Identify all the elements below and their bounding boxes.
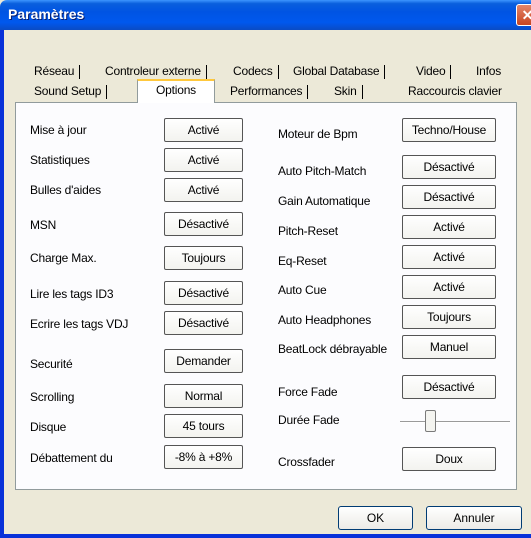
bulles-aides-button[interactable]: Activé (164, 178, 243, 202)
option-label: Durée Fade (278, 413, 340, 427)
crossfader-button[interactable]: Doux (402, 447, 496, 471)
slider-thumb[interactable] (424, 410, 436, 432)
option-label: Scrolling (30, 390, 75, 404)
option-label: Eq-Reset (278, 254, 327, 268)
auto-headphones-button[interactable]: Toujours (402, 305, 496, 329)
close-icon: ✕ (521, 6, 531, 23)
tab-skin[interactable]: Skin (328, 82, 363, 102)
option-label: Force Fade (278, 385, 338, 399)
window-frame-bottom (0, 534, 531, 538)
moteur-bpm-button[interactable]: Techno/House (402, 118, 496, 142)
tab-sound-setup[interactable]: Sound Setup (28, 82, 108, 102)
charge-max-button[interactable]: Toujours (164, 246, 243, 270)
tab-global-database[interactable]: Global Database (287, 62, 386, 82)
force-fade-button[interactable]: Désactivé (402, 375, 496, 399)
close-button[interactable]: ✕ (516, 4, 531, 26)
option-label: Disque (30, 420, 67, 434)
option-label: Moteur de Bpm (278, 127, 358, 141)
option-label: Crossfader (278, 455, 335, 469)
eq-reset-button[interactable]: Activé (402, 245, 496, 269)
pitch-reset-button[interactable]: Activé (402, 215, 496, 239)
tab-video[interactable]: Video (410, 62, 452, 82)
option-label: Bulles d'aides (30, 183, 101, 197)
option-label: Statistiques (30, 153, 90, 167)
option-label: Auto Pitch-Match (278, 164, 367, 178)
option-label: Ecrire les tags VDJ (30, 317, 129, 331)
option-label: Auto Cue (278, 283, 327, 297)
ecrire-tags-vdj-button[interactable]: Désactivé (164, 311, 243, 335)
option-label: Débattement du (30, 451, 113, 465)
tab-infos[interactable]: Infos (470, 62, 507, 82)
tab-performances[interactable]: Performances (224, 82, 309, 102)
lire-tags-id3-button[interactable]: Désactivé (164, 281, 243, 305)
mise-a-jour-button[interactable]: Activé (164, 118, 243, 142)
disque-button[interactable]: 45 tours (164, 414, 243, 438)
option-label: MSN (30, 218, 57, 232)
statistiques-button[interactable]: Activé (164, 148, 243, 172)
scrolling-button[interactable]: Normal (164, 384, 243, 408)
securite-button[interactable]: Demander (164, 349, 243, 373)
option-label: Lire les tags ID3 (30, 287, 114, 301)
option-label: Pitch-Reset (278, 224, 338, 238)
tab-codecs[interactable]: Codecs (227, 62, 279, 82)
gain-automatique-button[interactable]: Désactivé (402, 185, 496, 209)
beatlock-button[interactable]: Manuel (402, 335, 496, 359)
option-label: Gain Automatique (278, 194, 371, 208)
fade-duration-slider[interactable] (400, 421, 510, 423)
window-title: Paramètres (8, 6, 85, 22)
window-frame-left (0, 30, 4, 538)
tab-options[interactable]: Options (137, 79, 215, 103)
option-label: BeatLock débrayable (278, 342, 387, 356)
option-label: Mise à jour (30, 123, 87, 137)
tab-reseau[interactable]: Réseau (28, 62, 81, 82)
tab-raccourcis-clavier[interactable]: Raccourcis clavier (402, 82, 508, 102)
auto-cue-button[interactable]: Activé (402, 275, 496, 299)
option-label: Securité (30, 357, 73, 371)
auto-pitch-match-button[interactable]: Désactivé (402, 155, 496, 179)
title-bar: Paramètres ✕ (0, 0, 531, 30)
msn-button[interactable]: Désactivé (164, 212, 243, 236)
option-label: Charge Max. (30, 251, 97, 265)
cancel-button[interactable]: Annuler (426, 506, 522, 530)
option-label: Auto Headphones (278, 313, 372, 327)
ok-button[interactable]: OK (338, 506, 413, 530)
debattement-button[interactable]: -8% à +8% (164, 445, 243, 469)
